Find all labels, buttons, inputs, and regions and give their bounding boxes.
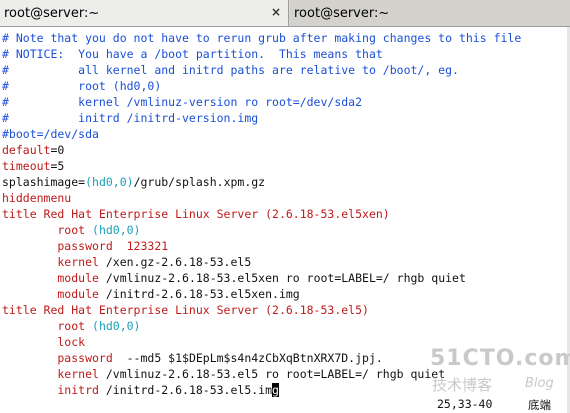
terminal-text: title Red Hat Enterprise Linux Server (2… <box>2 207 390 221</box>
terminal-text: (hd0,0) <box>92 223 141 237</box>
terminal-text: kernel <box>2 255 106 269</box>
terminal-line: root (hd0,0) <box>2 318 140 334</box>
terminal-line: # initrd /initrd-version.img <box>2 110 258 126</box>
close-tab-icon[interactable]: × <box>271 5 281 19</box>
terminal-line: lock <box>2 334 85 350</box>
terminal-text: timeout <box>2 159 51 173</box>
terminal-line: kernel /xen.gz-2.6.18-53.el5 <box>2 254 251 270</box>
tab-inactive[interactable]: root@server:~ <box>290 0 570 26</box>
terminal-text: # initrd /initrd-version.img <box>2 111 259 125</box>
cursor-position: 25,33-40 <box>437 397 493 411</box>
terminal-line: kernel /vmlinuz-2.6.18-53.el5 ro root=LA… <box>2 366 445 382</box>
terminal-line: #boot=/dev/sda <box>2 126 99 142</box>
terminal-text: password 123321 <box>2 239 169 253</box>
terminal-text: title Red Hat Enterprise Linux Server (2… <box>2 303 369 317</box>
terminal-text: (hd0,0) <box>92 319 141 333</box>
terminal-line: module /vmlinuz-2.6.18-53.el5xen ro root… <box>2 270 466 286</box>
terminal-line: root (hd0,0) <box>2 222 140 238</box>
watermark-main: 51CTO.com <box>430 346 570 371</box>
terminal-line: default=0 <box>2 142 64 158</box>
terminal-text: /xen.gz-2.6.18-53.el5 <box>105 255 252 269</box>
watermark-logo: 51CTO.com 技术博客 Blog <box>430 346 570 394</box>
terminal-text: password <box>2 351 120 365</box>
terminal-line: # all kernel and initrd paths are relati… <box>2 62 459 78</box>
terminal-line: title Red Hat Enterprise Linux Server (2… <box>2 302 369 318</box>
terminal-line: password --md5 $1$DEpLm$s4n4zCbXqBtnXRX7… <box>2 350 383 366</box>
scroll-position: 底端 <box>528 398 551 412</box>
terminal-text: /initrd-2.6.18-53.el5.im <box>105 383 273 397</box>
terminal-text: root <box>2 223 93 237</box>
terminal-text: /vmlinuz-2.6.18-53.el5 ro root=LABEL=/ r… <box>105 367 446 381</box>
terminal-line: hiddenmenu <box>2 190 71 206</box>
terminal-line: password 123321 <box>2 238 168 254</box>
terminal-text: default <box>2 143 51 157</box>
terminal-text: hiddenmenu <box>2 191 72 205</box>
tab-label: root@server:~ <box>4 5 100 21</box>
terminal-text: /grub/splash.xpm.gz <box>133 175 266 189</box>
terminal-text: # kernel /vmlinuz-version ro root=/dev/s… <box>2 95 363 109</box>
terminal-line: # NOTICE: You have a /boot partition. Th… <box>2 46 383 62</box>
terminal-text: lock <box>2 335 86 349</box>
terminal-text: initrd <box>2 383 106 397</box>
terminal-text: /vmlinuz-2.6.18-53.el5xen ro root=LABEL=… <box>105 271 466 285</box>
terminal-line: # root (hd0,0) <box>2 78 161 94</box>
terminal-line: module /initrd-2.6.18-53.el5xen.img <box>2 286 300 302</box>
terminal-text: /initrd-2.6.18-53.el5xen.img <box>105 287 300 301</box>
terminal-text: splashimage= <box>2 175 86 189</box>
terminal-text: =5 <box>50 159 65 173</box>
terminal-line: timeout=5 <box>2 158 64 174</box>
terminal-text: (hd0,0) <box>85 175 134 189</box>
terminal-text: kernel <box>2 367 106 381</box>
terminal-text: # NOTICE: You have a /boot partition. Th… <box>2 47 383 61</box>
terminal-text: # root (hd0,0) <box>2 79 162 93</box>
terminal-line: # kernel /vmlinuz-version ro root=/dev/s… <box>2 94 362 110</box>
terminal-text: module <box>2 287 106 301</box>
terminal-line: title Red Hat Enterprise Linux Server (2… <box>2 206 390 222</box>
tab-bar: root@server:~ × root@server:~ <box>0 0 570 27</box>
terminal-line: splashimage=(hd0,0)/grub/splash.xpm.gz <box>2 174 265 190</box>
terminal-text: module <box>2 271 106 285</box>
text-cursor: g <box>272 383 279 397</box>
terminal-line: initrd /initrd-2.6.18-53.el5.img <box>2 382 279 398</box>
tab-label: root@server:~ <box>294 5 390 21</box>
watermark-blog: Blog <box>525 376 554 391</box>
terminal-line: # Note that you do not have to rerun gru… <box>2 30 521 46</box>
terminal-text: # Note that you do not have to rerun gru… <box>2 31 522 45</box>
terminal-text: --md5 $1$DEpLm$s4n4zCbXqBtnXRX7D.jpj. <box>119 351 383 365</box>
terminal-text: root <box>2 319 93 333</box>
tab-active[interactable]: root@server:~ × <box>0 0 289 26</box>
terminal-text: # all kernel and initrd paths are relati… <box>2 63 459 77</box>
terminal-text: #boot=/dev/sda <box>2 127 99 141</box>
watermark-sub: 技术博客 <box>432 376 493 394</box>
terminal-text: =0 <box>50 143 65 157</box>
